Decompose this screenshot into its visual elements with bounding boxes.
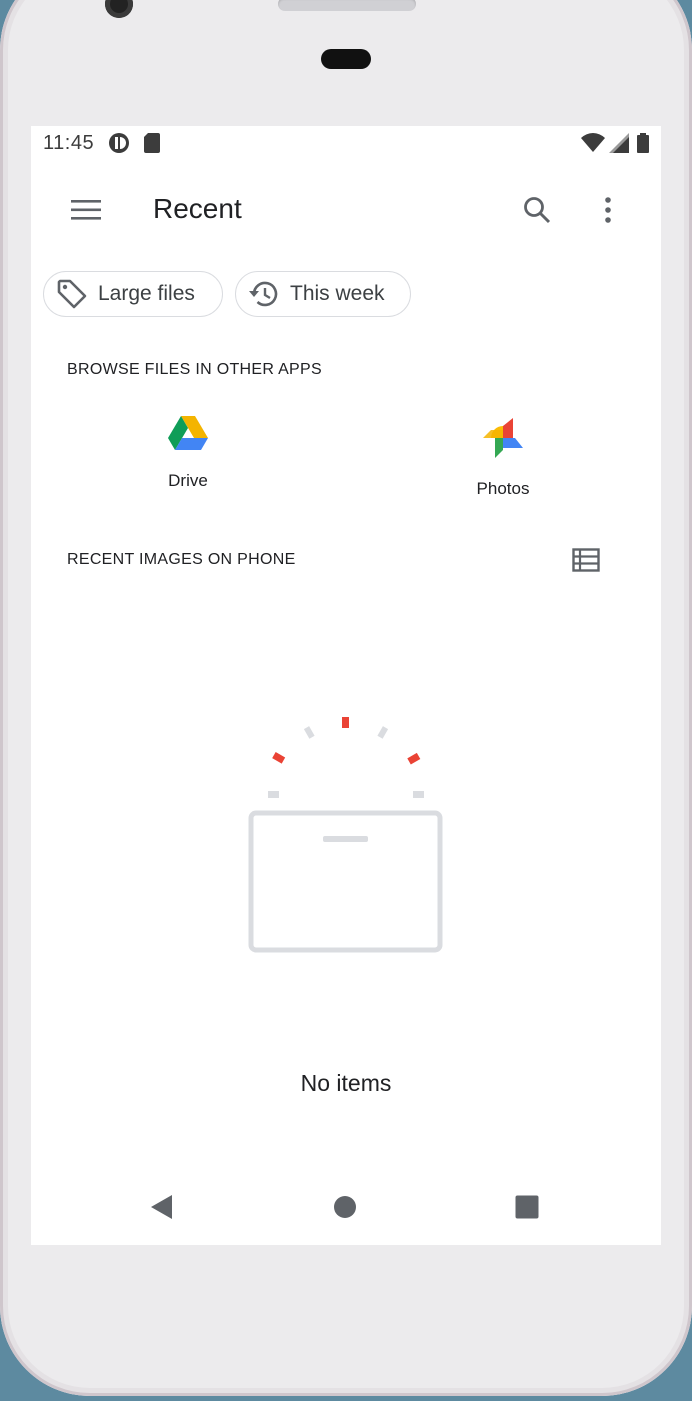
back-triangle-icon — [151, 1195, 172, 1219]
chip-this-week[interactable]: This week — [235, 271, 411, 317]
status-bar: 11:45 — [31, 126, 661, 160]
app-tile-drive[interactable]: Drive — [108, 416, 268, 491]
view-toggle-button[interactable] — [562, 536, 610, 584]
back-button[interactable] — [147, 1192, 177, 1222]
earpiece — [321, 49, 371, 69]
tag-icon — [57, 279, 87, 309]
recents-button[interactable] — [512, 1192, 542, 1222]
empty-state-text: No items — [300, 1070, 392, 1096]
recent-section-header: RECENT IMAGES ON PHONE — [67, 551, 296, 568]
speaker-grill — [278, 0, 416, 11]
chip-label: Large files — [98, 282, 195, 305]
chip-large-files[interactable]: Large files — [43, 271, 223, 317]
search-icon — [524, 197, 551, 224]
recents-square-icon — [515, 1195, 539, 1219]
browse-section-header: BROWSE FILES IN OTHER APPS — [67, 361, 322, 378]
history-icon — [249, 281, 278, 307]
system-nav-bar — [31, 1176, 661, 1238]
sd-card-icon — [144, 133, 161, 153]
chip-label: This week — [290, 282, 385, 305]
google-drive-icon — [168, 416, 208, 450]
app-label: Drive — [168, 471, 208, 490]
menu-button[interactable] — [62, 186, 110, 234]
page-title: Recent — [153, 193, 242, 224]
cell-signal-icon — [609, 133, 629, 153]
front-camera — [105, 0, 133, 18]
app-bar: Recent — [31, 176, 661, 246]
status-time: 11:45 — [43, 131, 95, 154]
app-label: Photos — [476, 479, 530, 498]
wifi-icon — [581, 133, 605, 153]
screen: 11:45 Recent Large files This week BROWS… — [31, 126, 661, 1245]
home-button[interactable] — [330, 1192, 360, 1222]
empty-folder-illustration — [248, 717, 443, 953]
search-button[interactable] — [513, 186, 561, 234]
home-circle-icon — [334, 1196, 356, 1218]
hamburger-menu-icon — [71, 200, 101, 220]
app-tile-photos[interactable]: Photos — [423, 416, 583, 499]
more-options-button[interactable] — [584, 186, 632, 234]
more-vert-icon — [605, 197, 611, 223]
list-view-icon — [572, 548, 600, 572]
data-saver-icon — [108, 132, 130, 154]
google-photos-icon — [483, 418, 523, 458]
battery-icon — [637, 133, 649, 153]
